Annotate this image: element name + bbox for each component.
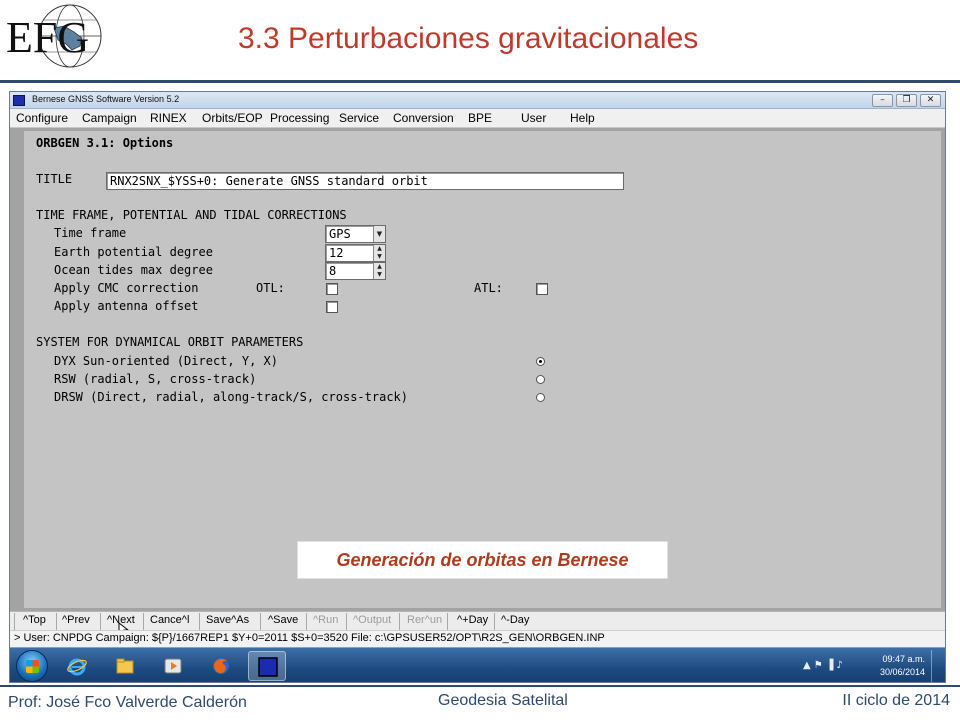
taskbar-file-explorer[interactable] bbox=[106, 651, 144, 681]
menu-conversion[interactable]: Conversion bbox=[393, 111, 454, 125]
earth-potential-stepper[interactable]: 12 ▲ ▼ bbox=[325, 244, 386, 262]
panel-heading: ORBGEN 3.1: Options bbox=[36, 136, 174, 150]
media-player-icon bbox=[164, 658, 182, 674]
otl-label: OTL: bbox=[256, 281, 285, 295]
ocean-tides-value: 8 bbox=[329, 264, 337, 278]
toolbar-separator bbox=[306, 613, 307, 630]
atl-checkbox[interactable] bbox=[536, 283, 548, 295]
tray-icons[interactable]: ▲⚑▐♪ bbox=[803, 660, 846, 671]
toolbar-separator bbox=[199, 613, 200, 630]
toolbar-separator bbox=[447, 613, 448, 630]
antenna-offset-checkbox[interactable] bbox=[326, 301, 338, 313]
cancel-button[interactable]: Cance^l bbox=[150, 614, 189, 626]
menu-service[interactable]: Service bbox=[339, 111, 379, 125]
output-button[interactable]: ^Output bbox=[353, 614, 391, 626]
top-button[interactable]: ^Top bbox=[23, 614, 46, 626]
toolbar-grip bbox=[14, 613, 15, 630]
plus-day-button[interactable]: ^+Day bbox=[457, 614, 488, 626]
toolbar-separator bbox=[56, 613, 57, 630]
minimize-icon[interactable]: – bbox=[872, 94, 893, 107]
taskbar-bernese[interactable] bbox=[248, 651, 286, 681]
footer-divider bbox=[0, 685, 960, 687]
menu-configure[interactable]: Configure bbox=[16, 111, 68, 125]
time-frame-label: Time frame bbox=[54, 226, 127, 240]
title-input[interactable]: RNX2SNX_$YSS+0: Generate GNSS standard o… bbox=[106, 172, 624, 190]
start-button[interactable] bbox=[16, 650, 48, 682]
option-drsw-radio[interactable] bbox=[536, 393, 545, 402]
option-rsw-label: RSW (radial, S, cross-track) bbox=[54, 372, 257, 386]
efg-logo: EFG bbox=[4, 0, 122, 72]
option-drsw-label: DRSW (Direct, radial, along-track/S, cro… bbox=[54, 390, 409, 404]
toolbar-separator bbox=[260, 613, 261, 630]
menu-rinex[interactable]: RINEX bbox=[150, 111, 187, 125]
firefox-icon bbox=[213, 658, 229, 674]
file-explorer-icon bbox=[116, 658, 134, 674]
time-frame-value: GPS bbox=[329, 227, 351, 241]
rerun-button[interactable]: Rer^un bbox=[407, 614, 442, 626]
minus-day-button[interactable]: ^-Day bbox=[501, 614, 529, 626]
antenna-offset-label: Apply antenna offset bbox=[54, 299, 199, 313]
option-dyx-label: DYX Sun-oriented (Direct, Y, X) bbox=[54, 354, 278, 368]
menu-bpe[interactable]: BPE bbox=[468, 111, 492, 125]
clock-time[interactable]: 09:47 a.m. bbox=[882, 654, 925, 664]
taskbar-internet-explorer[interactable] bbox=[58, 651, 96, 681]
internet-explorer-icon bbox=[67, 658, 87, 676]
menu-processing[interactable]: Processing bbox=[270, 111, 329, 125]
taskbar-firefox[interactable] bbox=[202, 651, 240, 681]
status-bar: > User: CNPDG Campaign: ${P}/1667REP1 $Y… bbox=[10, 630, 945, 647]
footer-term: II ciclo de 2014 bbox=[842, 692, 950, 709]
menu-orbits-eop[interactable]: Orbits/EOP bbox=[202, 111, 263, 125]
atl-label: ATL: bbox=[474, 281, 503, 295]
toolbar-separator bbox=[346, 613, 347, 630]
title-divider bbox=[0, 80, 960, 83]
footer-author: Prof: José Fco Valverde Calderón bbox=[8, 694, 247, 711]
save-as-button[interactable]: Save^As bbox=[206, 614, 249, 626]
menu-bar: Configure Campaign RINEX Orbits/EOP Proc… bbox=[10, 109, 945, 128]
save-button[interactable]: ^Save bbox=[268, 614, 298, 626]
restore-icon[interactable]: ❐ bbox=[896, 94, 917, 107]
cmc-correction-label: Apply CMC correction bbox=[54, 281, 199, 295]
taskbar-media-player[interactable] bbox=[154, 651, 192, 681]
show-desktop-button[interactable] bbox=[931, 650, 939, 682]
slide-title: 3.3 Perturbaciones gravitacionales bbox=[238, 22, 699, 55]
windows-taskbar: ▲⚑▐♪ 09:47 a.m. 30/06/2014 bbox=[10, 647, 945, 682]
menu-campaign[interactable]: Campaign bbox=[82, 111, 137, 125]
clock-date[interactable]: 30/06/2014 bbox=[880, 667, 925, 677]
toolbar-separator bbox=[399, 613, 400, 630]
stepper-arrows-icon[interactable]: ▲ ▼ bbox=[373, 245, 385, 261]
earth-potential-value: 12 bbox=[329, 246, 344, 260]
ocean-tides-label: Ocean tides max degree bbox=[54, 263, 213, 277]
window-title: Bernese GNSS Software Version 5.2 bbox=[32, 94, 180, 104]
toolbar-separator bbox=[494, 613, 495, 630]
time-frame-select[interactable]: GPS ▼ bbox=[325, 225, 386, 243]
menu-help[interactable]: Help bbox=[570, 111, 595, 125]
bernese-window: Bernese GNSS Software Version 5.2 – ❐ ✕ … bbox=[9, 91, 946, 683]
system-tray: ▲⚑▐♪ 09:47 a.m. 30/06/2014 bbox=[799, 650, 939, 682]
section-time-frame: TIME FRAME, POTENTIAL AND TIDAL CORRECTI… bbox=[36, 208, 347, 222]
bottom-toolbar: ^Top ^Prev ^Next Cance^l Save^As ^Save ^… bbox=[10, 611, 945, 637]
run-button[interactable]: ^Run bbox=[313, 614, 338, 626]
stepper-arrows-icon[interactable]: ▲ ▼ bbox=[373, 263, 385, 279]
title-label: TITLE bbox=[36, 172, 73, 186]
toolbar-separator bbox=[100, 613, 101, 630]
window-titlebar[interactable]: Bernese GNSS Software Version 5.2 – ❐ ✕ bbox=[10, 92, 945, 109]
section-dynamical-orbit: SYSTEM FOR DYNAMICAL ORBIT PARAMETERS bbox=[36, 335, 304, 349]
earth-potential-label: Earth potential degree bbox=[54, 245, 213, 259]
otl-checkbox[interactable] bbox=[326, 283, 338, 295]
prev-button[interactable]: ^Prev bbox=[62, 614, 90, 626]
bernese-icon bbox=[258, 657, 278, 677]
footer-course: Geodesia Satelital bbox=[438, 692, 568, 709]
bernese-app-icon bbox=[13, 95, 25, 106]
toolbar-separator bbox=[143, 613, 144, 630]
ocean-tides-stepper[interactable]: 8 ▲ ▼ bbox=[325, 262, 386, 280]
orbgen-options-panel: ORBGEN 3.1: Options TITLE RNX2SNX_$YSS+0… bbox=[24, 131, 941, 608]
menu-user[interactable]: User bbox=[521, 111, 546, 125]
option-rsw-radio[interactable] bbox=[536, 375, 545, 384]
logo-text: EFG bbox=[6, 13, 89, 62]
close-icon[interactable]: ✕ bbox=[920, 94, 941, 107]
slide-caption: Generación de orbitas en Bernese bbox=[297, 541, 668, 579]
option-dyx-radio[interactable] bbox=[536, 357, 545, 366]
dropdown-arrow-icon[interactable]: ▼ bbox=[373, 226, 385, 242]
